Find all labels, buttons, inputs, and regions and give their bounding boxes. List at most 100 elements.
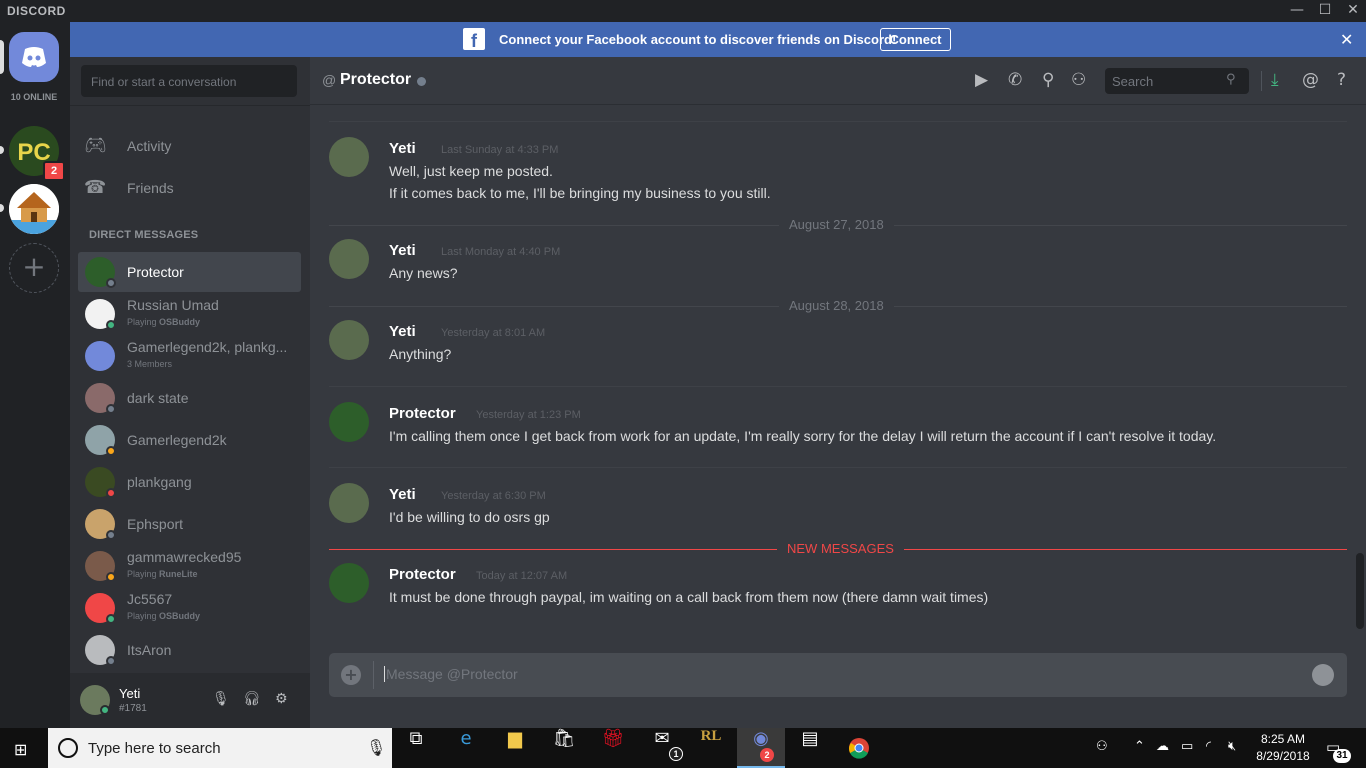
- dm-section-header: DIRECT MESSAGES: [89, 229, 199, 241]
- battery-icon[interactable]: ▭: [1181, 739, 1193, 754]
- message-text: Well, just keep me posted.: [389, 163, 553, 179]
- settings-gear-icon[interactable]: ⚙︎: [275, 691, 288, 707]
- clock-time[interactable]: 8:25 AM: [1258, 732, 1308, 746]
- message-text: I'd be willing to do osrs gp: [389, 509, 550, 525]
- message-author[interactable]: Yeti: [389, 323, 416, 340]
- dm-item[interactable]: ItsAron: [78, 630, 301, 670]
- activity-prefix: Playing: [127, 569, 160, 579]
- headphones-icon[interactable]: 🎧︎: [243, 691, 261, 707]
- status-offline-icon: [417, 77, 426, 86]
- nav-friends[interactable]: ☎︎ Friends: [78, 168, 302, 208]
- voice-call-icon[interactable]: ✆: [1008, 70, 1022, 90]
- taskbar-search-text: Type here to search: [88, 740, 221, 757]
- taskbar-search[interactable]: Type here to search 🎙︎: [48, 728, 392, 768]
- message-input[interactable]: Message @Protector: [384, 666, 518, 682]
- activity-prefix: Playing: [127, 611, 160, 621]
- dm-item[interactable]: Jc5567 Playing OSBuddy: [78, 588, 301, 628]
- avatar[interactable]: [329, 320, 369, 360]
- search-icon: ⚲: [1226, 72, 1236, 87]
- discord-taskbar-icon[interactable]: ◉: [737, 728, 785, 768]
- wifi-icon[interactable]: ◜: [1206, 739, 1211, 754]
- title-bar: DISCORD — ☐ ✕: [0, 0, 1366, 22]
- onedrive-icon[interactable]: ☁: [1156, 739, 1169, 754]
- video-call-icon[interactable]: ▶︎: [975, 70, 988, 90]
- message-author[interactable]: Yeti: [389, 242, 416, 259]
- microphone-icon[interactable]: 🎙︎: [212, 691, 230, 707]
- files-icon[interactable]: ▤: [786, 728, 834, 768]
- file-explorer-icon[interactable]: ▆: [491, 728, 539, 768]
- gift-icon[interactable]: 🎁︎: [589, 728, 637, 768]
- nav-activity[interactable]: 🎮︎ Activity: [78, 126, 302, 166]
- clock-date[interactable]: 8/29/2018: [1250, 749, 1316, 763]
- status-icon: [106, 278, 116, 288]
- message-timestamp: Yesterday at 1:23 PM: [476, 409, 581, 421]
- dm-item[interactable]: Gamerlegend2k, plankg... 3 Members: [78, 336, 301, 376]
- dm-item[interactable]: dark state: [78, 378, 301, 418]
- avatar[interactable]: [329, 239, 369, 279]
- message-author[interactable]: Protector: [389, 405, 456, 422]
- dm-name: plankgang: [127, 474, 192, 490]
- dm-item[interactable]: Russian Umad Playing OSBuddy: [78, 294, 301, 334]
- mentions-icon[interactable]: @: [1302, 70, 1319, 90]
- add-friend-icon[interactable]: ⚇: [1071, 70, 1086, 90]
- message-author[interactable]: Yeti: [389, 486, 416, 503]
- chrome-icon[interactable]: [835, 728, 883, 768]
- avatar[interactable]: [329, 137, 369, 177]
- download-icon[interactable]: ⤓: [1271, 70, 1279, 90]
- message-composer: + Message @Protector: [329, 653, 1347, 697]
- message-author[interactable]: Protector: [389, 566, 456, 583]
- dm-name: Russian Umad: [127, 297, 219, 313]
- close-window-icon[interactable]: ✕: [1337, 0, 1366, 22]
- status-icon: [106, 614, 116, 624]
- volume-mute-icon[interactable]: 🔇︎: [1228, 739, 1236, 754]
- windows-start-icon[interactable]: ⊞: [14, 740, 27, 759]
- discord-badge: 2: [760, 748, 774, 762]
- activity-game: OSBuddy: [159, 317, 201, 327]
- dm-item[interactable]: plankgang: [78, 462, 301, 502]
- dm-item[interactable]: Gamerlegend2k: [78, 420, 301, 460]
- message-author[interactable]: Yeti: [389, 140, 416, 157]
- home-button[interactable]: [9, 32, 59, 82]
- chevron-up-icon[interactable]: ⌃: [1134, 739, 1145, 754]
- mail-badge: 1: [669, 747, 683, 761]
- facebook-banner: f Connect your Facebook account to disco…: [70, 22, 1366, 57]
- user-panel: Yeti #1781 🎙︎ 🎧︎ ⚙︎: [70, 673, 310, 728]
- help-icon[interactable]: ?: [1337, 70, 1346, 90]
- task-view-icon[interactable]: ⧉: [392, 728, 440, 768]
- divider: [373, 661, 374, 689]
- close-icon[interactable]: ✕: [1340, 30, 1353, 49]
- upload-icon[interactable]: +: [341, 665, 361, 685]
- dm-item[interactable]: Protector: [78, 252, 301, 292]
- avatar[interactable]: [329, 563, 369, 603]
- dm-item[interactable]: gammawrecked95 Playing RuneLite: [78, 546, 301, 586]
- people-icon[interactable]: ⚇: [1096, 739, 1108, 754]
- avatar[interactable]: [329, 402, 369, 442]
- message: Yeti Yesterday at 6:30 PM I'd be willing t…: [329, 467, 1347, 548]
- emoji-icon[interactable]: [1312, 664, 1334, 686]
- server-hut-icon[interactable]: [9, 184, 59, 234]
- new-messages-divider: NEW MESSAGES: [329, 541, 1347, 556]
- nav-label: Friends: [127, 180, 174, 196]
- username: Yeti: [119, 686, 141, 701]
- pin-icon[interactable]: ⚲: [1042, 70, 1054, 90]
- message-text: If it comes back to me, I'll be bringing…: [389, 185, 771, 201]
- message-timestamp: Today at 12:07 AM: [476, 570, 568, 582]
- store-icon[interactable]: 🛍︎: [540, 728, 588, 768]
- unread-indicator-2: [0, 204, 4, 212]
- avatar[interactable]: [329, 483, 369, 523]
- dm-item[interactable]: Ephsport: [78, 504, 301, 544]
- dm-activity: 3 Members: [127, 359, 172, 369]
- server-list: 10 ONLINE PC 2 +: [0, 22, 70, 728]
- connect-button[interactable]: Connect: [880, 28, 951, 51]
- edge-icon[interactable]: e: [442, 728, 490, 768]
- scrollbar[interactable]: [1356, 553, 1364, 629]
- dm-name: Jc5567: [127, 591, 173, 607]
- runelite-icon[interactable]: RL: [687, 728, 735, 768]
- dm-search-input[interactable]: Find or start a conversation: [81, 65, 297, 97]
- gamepad-icon: 🎮︎: [84, 135, 107, 156]
- at-icon: @: [322, 72, 337, 88]
- add-server-button[interactable]: +: [9, 243, 59, 293]
- status-icon: [106, 446, 116, 456]
- microphone-icon[interactable]: 🎙︎: [366, 738, 386, 757]
- nav-label: Activity: [127, 138, 172, 154]
